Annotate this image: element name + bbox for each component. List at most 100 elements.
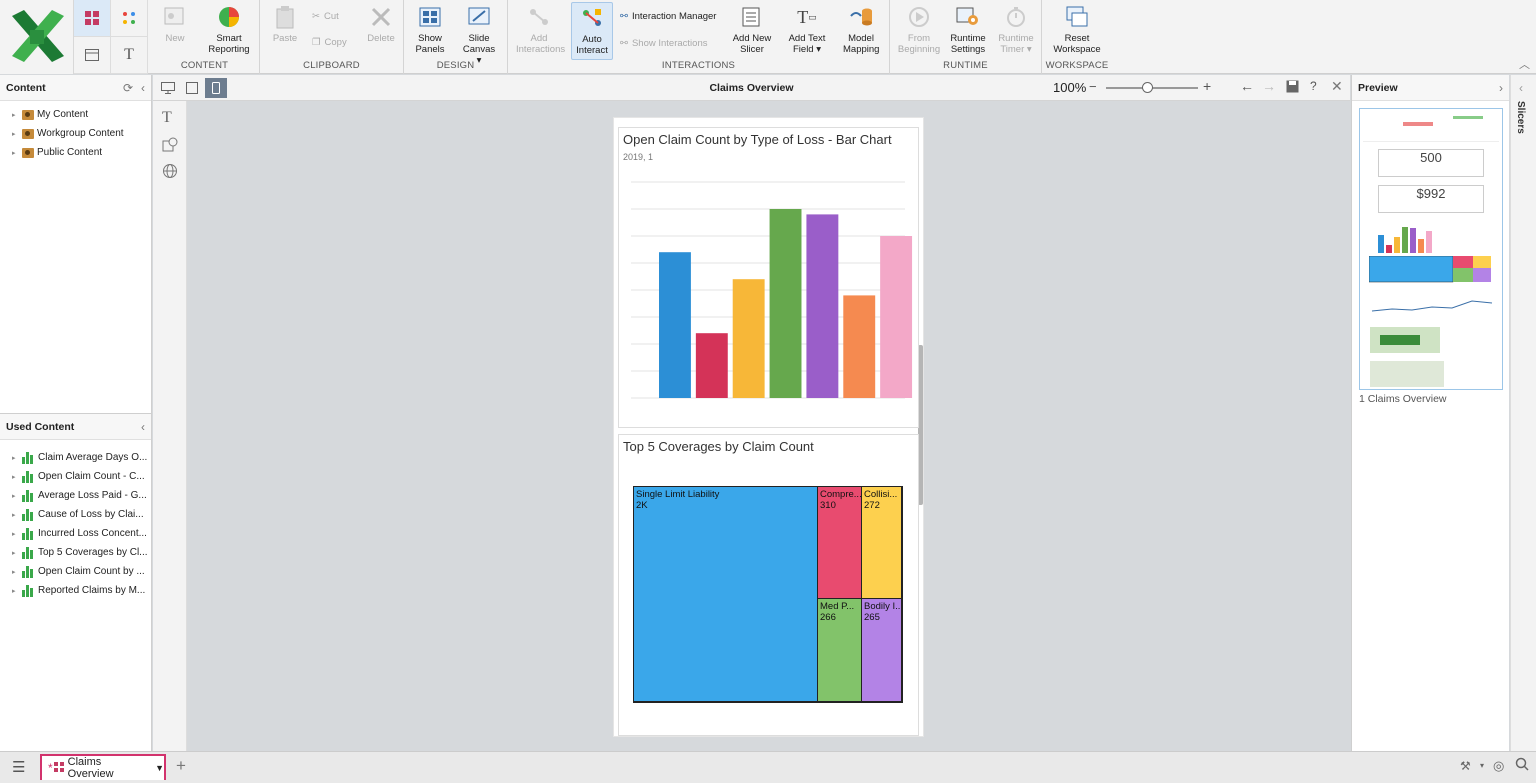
bar[interactable] — [806, 214, 839, 398]
interaction-manager-button[interactable]: ⚯ Interaction Manager — [620, 11, 716, 22]
show-panels-button[interactable]: Show Panels — [412, 4, 448, 55]
new-button[interactable]: New — [160, 4, 190, 44]
used-item[interactable]: ▸ Top 5 Coverages by Cl... — [0, 543, 151, 562]
expand-icon[interactable]: ▸ — [12, 511, 18, 519]
zoom-in-icon[interactable]: + — [1203, 78, 1211, 94]
treemap-card[interactable]: Top 5 Coverages by Claim Count Single Li… — [618, 434, 919, 736]
zoom-out-icon[interactable]: − — [1089, 79, 1097, 94]
used-item-label: Top 5 Coverages by Cl... — [38, 547, 148, 558]
collapse-preview-icon[interactable]: › — [1499, 81, 1503, 95]
expand-icon[interactable]: ▸ — [12, 549, 18, 557]
forward-arrow-icon[interactable]: → — [1262, 78, 1276, 94]
bar-chart-svg — [631, 181, 913, 399]
expand-icon[interactable]: ▸ — [12, 473, 18, 481]
treemap-cell[interactable]: Compre... 310 — [818, 487, 862, 599]
save-icon[interactable] — [1286, 80, 1299, 96]
expand-icon[interactable]: ▸ — [12, 454, 18, 462]
add-interactions-button[interactable]: Add Interactions — [516, 4, 565, 55]
thumb-line-chart — [1371, 300, 1493, 312]
from-beginning-button[interactable]: From Beginning — [896, 4, 942, 55]
show-interactions-button[interactable]: ⚯ Show Interactions — [620, 38, 707, 49]
bar[interactable] — [843, 295, 876, 398]
text-tool-icon[interactable]: T — [162, 109, 172, 127]
expand-icon[interactable]: ▸ — [12, 568, 18, 576]
bar[interactable] — [769, 209, 802, 398]
collapse-ribbon-icon[interactable]: ︿ — [1519, 56, 1530, 72]
app-logo[interactable] — [0, 0, 74, 74]
help-icon[interactable]: ? — [1310, 79, 1317, 93]
treemap-cell[interactable]: Collisi... 272 — [862, 487, 902, 599]
bar[interactable] — [880, 236, 913, 398]
globe-tool-icon[interactable] — [162, 163, 178, 182]
used-content-list: ▸ Claim Average Days O... ▸ Open Claim Cou… — [0, 440, 151, 600]
expand-icon[interactable]: ▸ — [12, 149, 18, 157]
layout-mode-button[interactable] — [74, 37, 111, 74]
delete-button[interactable]: Delete — [364, 4, 398, 44]
menu-hamburger-icon[interactable]: ☰ — [12, 758, 25, 776]
broom-icon[interactable]: ⚒ — [1460, 759, 1471, 773]
runtime-timer-button[interactable]: Runtime Timer ▾ — [994, 4, 1038, 55]
expand-icon[interactable]: ▸ — [12, 111, 18, 119]
close-icon[interactable]: ✕ — [1331, 78, 1343, 95]
cut-button[interactable]: ✂ Cut — [312, 11, 339, 22]
slicers-tab-label[interactable]: Slicers — [1515, 101, 1526, 134]
bar[interactable] — [659, 252, 691, 398]
dashboard-mode-button[interactable] — [74, 0, 111, 37]
tab-dropdown-icon[interactable]: ▼ — [155, 763, 164, 773]
refresh-icon[interactable]: ⟳ — [123, 81, 133, 95]
add-text-field-button[interactable]: T ▭ Add Text Field ▾ — [784, 4, 830, 56]
used-item[interactable]: ▸ Open Claim Count by ... — [0, 562, 151, 581]
expand-icon[interactable]: ▸ — [12, 130, 18, 138]
tree-item-workgroup-content[interactable]: ▸ Workgroup Content — [0, 124, 151, 143]
used-item[interactable]: ▸ Claim Average Days O... — [0, 448, 151, 467]
used-item[interactable]: ▸ Average Loss Paid - G... — [0, 486, 151, 505]
used-item[interactable]: ▸ Cause of Loss by Clai... — [0, 505, 151, 524]
expand-icon[interactable]: ▸ — [12, 587, 18, 595]
smart-reporting-button[interactable]: Smart Reporting — [202, 4, 256, 55]
add-new-slicer-button[interactable]: Add New Slicer — [730, 4, 774, 55]
slide-thumbnail[interactable]: 500 $992 — [1359, 108, 1503, 390]
expand-slicers-icon[interactable]: ‹ — [1519, 81, 1523, 95]
add-new-slicer-label: Add New Slicer — [732, 33, 772, 55]
treemap-cell-label: Med P... — [820, 601, 855, 612]
treemap-cell[interactable]: Single Limit Liability 2K — [634, 487, 818, 702]
palette-mode-button[interactable] — [111, 0, 148, 37]
shape-tool-icon[interactable] — [162, 137, 178, 156]
model-mapping-button[interactable]: Model Mapping — [838, 4, 884, 55]
treemap-cell[interactable]: Med P... 266 — [818, 599, 862, 702]
thumb-mark — [1453, 116, 1483, 119]
search-icon[interactable] — [1515, 757, 1529, 774]
bar[interactable] — [732, 279, 765, 398]
treemap-cell[interactable]: Bodily I... 265 — [862, 599, 902, 702]
broom-dropdown-icon[interactable]: ▾ — [1480, 761, 1484, 770]
text-mode-button[interactable]: T — [111, 37, 148, 74]
show-interactions-icon: ⚯ — [620, 38, 628, 49]
bar[interactable] — [695, 333, 728, 398]
back-arrow-icon[interactable]: ← — [1240, 78, 1254, 94]
copy-button[interactable]: ❐ Copy — [312, 37, 347, 48]
expand-icon[interactable]: ▸ — [12, 530, 18, 538]
add-tab-button[interactable]: + — [176, 756, 186, 776]
paste-button[interactable]: Paste — [268, 4, 302, 44]
reset-workspace-button[interactable]: Reset Workspace — [1052, 4, 1102, 55]
used-item-label: Reported Claims by M... — [38, 585, 146, 596]
zoom-slider-handle[interactable] — [1142, 82, 1153, 93]
thumb-kpi-2-value: $992 — [1416, 186, 1446, 201]
auto-interact-button[interactable]: Auto Interact — [571, 2, 613, 60]
spiral-icon[interactable]: ◎ — [1493, 758, 1504, 774]
expand-icon[interactable]: ▸ — [12, 492, 18, 500]
tree-item-my-content[interactable]: ▸ My Content — [0, 105, 151, 124]
used-item[interactable]: ▸ Open Claim Count - C... — [0, 467, 151, 486]
collapse-used-icon[interactable]: ‹ — [141, 420, 145, 434]
thumb-map-2 — [1370, 361, 1444, 387]
tree-item-public-content[interactable]: ▸ Public Content — [0, 143, 151, 162]
slide-canvas-button[interactable]: Slide Canvas ▾ — [456, 4, 502, 66]
tab-claims-overview[interactable]: * Claims Overview ▼ — [40, 754, 166, 780]
bar-chart-card[interactable]: Open Claim Count by Type of Loss - Bar C… — [618, 127, 919, 428]
runtime-settings-button[interactable]: Runtime Settings — [946, 4, 990, 55]
used-item[interactable]: ▸ Incurred Loss Concent... — [0, 524, 151, 543]
used-item[interactable]: ▸ Reported Claims by M... — [0, 581, 151, 600]
logo-x-icon — [12, 10, 64, 62]
add-text-field-label: Add Text Field ▾ — [788, 33, 826, 55]
collapse-left-icon[interactable]: ‹ — [141, 81, 145, 95]
